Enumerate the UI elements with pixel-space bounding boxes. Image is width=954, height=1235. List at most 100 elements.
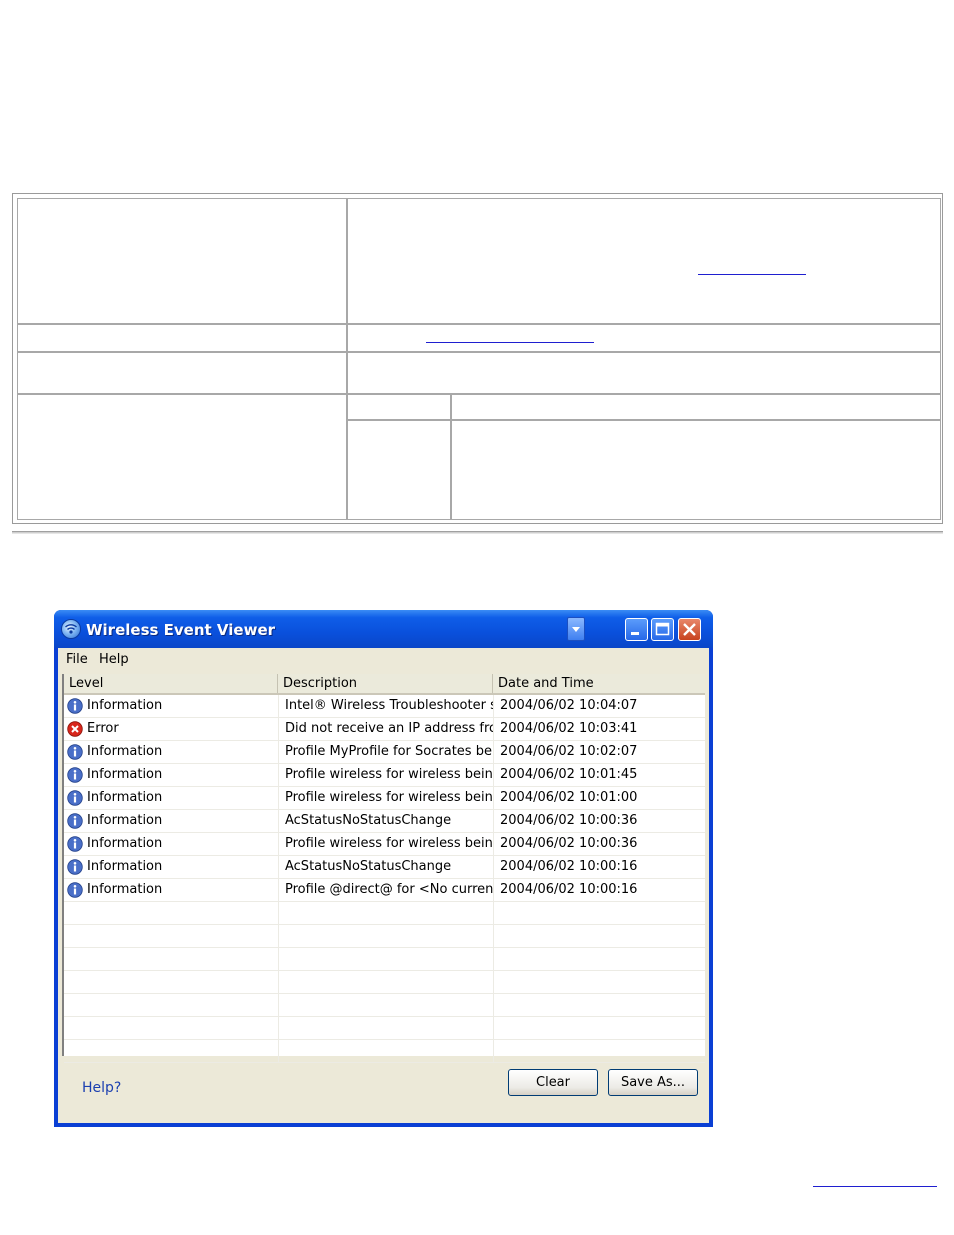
minimize-button[interactable] bbox=[625, 618, 648, 641]
description-cell: Intel® Wireless Troubleshooter s... bbox=[278, 695, 493, 717]
level-cell: Information bbox=[64, 810, 278, 832]
table-row[interactable]: Information AcStatusNoStatusChange 2004/06… bbox=[64, 856, 705, 879]
page-link[interactable] bbox=[813, 1186, 937, 1187]
datetime-cell bbox=[493, 1017, 705, 1039]
level-cell bbox=[64, 948, 278, 970]
level-cell: Information bbox=[64, 879, 278, 901]
error-icon bbox=[67, 721, 83, 737]
column-header-level[interactable]: Level bbox=[64, 674, 278, 693]
empty-row[interactable] bbox=[64, 1017, 705, 1040]
datetime-cell: 2004/06/02 10:00:16 bbox=[493, 856, 705, 878]
table-cell bbox=[451, 394, 941, 420]
table-cell bbox=[347, 352, 941, 394]
level-cell bbox=[64, 1040, 278, 1062]
maximize-button[interactable] bbox=[651, 618, 674, 641]
datetime-cell bbox=[493, 948, 705, 970]
menu-help[interactable]: Help bbox=[99, 652, 129, 667]
list-header: Level Description Date and Time bbox=[64, 674, 705, 695]
info-icon bbox=[67, 790, 83, 806]
table-cell bbox=[347, 420, 451, 520]
description-cell: Did not receive an IP address fro... bbox=[278, 718, 493, 740]
level-cell: Information bbox=[64, 787, 278, 809]
datetime-cell: 2004/06/02 10:00:16 bbox=[493, 879, 705, 901]
level-cell: Information bbox=[64, 833, 278, 855]
description-cell bbox=[278, 925, 493, 947]
table-row[interactable]: Error Did not receive an IP address fro..… bbox=[64, 718, 705, 741]
table-row[interactable]: Information Profile wireless for wireless… bbox=[64, 764, 705, 787]
document-link[interactable] bbox=[426, 342, 594, 343]
table-cell bbox=[17, 324, 347, 352]
level-cell bbox=[64, 925, 278, 947]
info-icon bbox=[67, 767, 83, 783]
help-link[interactable]: Help? bbox=[82, 1080, 121, 1096]
info-icon bbox=[67, 836, 83, 852]
table-cell bbox=[17, 352, 347, 394]
menu-file[interactable]: File bbox=[66, 652, 88, 667]
datetime-cell bbox=[493, 925, 705, 947]
window-client-area: File Help Level Description Date and Tim… bbox=[58, 648, 709, 1123]
column-header-datetime[interactable]: Date and Time bbox=[493, 674, 705, 693]
table-row[interactable]: Information Profile wireless for wireless… bbox=[64, 833, 705, 856]
table-row[interactable]: Information Intel® Wireless Troubleshoote… bbox=[64, 695, 705, 718]
table-row[interactable]: Information Profile MyProfile for Socrate… bbox=[64, 741, 705, 764]
table-row[interactable]: Information AcStatusNoStatusChange 2004/06… bbox=[64, 810, 705, 833]
close-button[interactable] bbox=[678, 618, 701, 641]
description-cell: Profile MyProfile for Socrates bei... bbox=[278, 741, 493, 763]
description-cell bbox=[278, 902, 493, 924]
datetime-cell: 2004/06/02 10:01:45 bbox=[493, 764, 705, 786]
level-text: Information bbox=[87, 813, 163, 828]
level-text: Information bbox=[87, 744, 163, 759]
info-icon bbox=[67, 744, 83, 760]
empty-row[interactable] bbox=[64, 994, 705, 1017]
wireless-icon bbox=[61, 619, 81, 639]
table-cell bbox=[347, 394, 451, 420]
level-cell bbox=[64, 902, 278, 924]
window-title: Wireless Event Viewer bbox=[86, 621, 276, 639]
description-cell: AcStatusNoStatusChange bbox=[278, 856, 493, 878]
datetime-cell: 2004/06/02 10:04:07 bbox=[493, 695, 705, 717]
info-icon bbox=[67, 698, 83, 714]
event-list[interactable]: Level Description Date and Time Informat… bbox=[62, 674, 705, 1063]
datetime-cell: 2004/06/02 10:00:36 bbox=[493, 810, 705, 832]
empty-row[interactable] bbox=[64, 971, 705, 994]
clear-button[interactable]: Clear bbox=[508, 1069, 598, 1096]
title-bar[interactable]: Wireless Event Viewer bbox=[54, 610, 713, 648]
level-cell bbox=[64, 1017, 278, 1039]
column-header-description[interactable]: Description bbox=[278, 674, 493, 693]
save-as-button[interactable]: Save As... bbox=[608, 1069, 698, 1096]
level-cell bbox=[64, 971, 278, 993]
empty-row[interactable] bbox=[64, 902, 705, 925]
event-viewer-window: Wireless Event Viewer File Help Level De… bbox=[54, 610, 713, 1127]
empty-row[interactable] bbox=[64, 925, 705, 948]
datetime-cell: 2004/06/02 10:02:07 bbox=[493, 741, 705, 763]
datetime-cell bbox=[493, 994, 705, 1016]
level-text: Information bbox=[87, 767, 163, 782]
level-text: Information bbox=[87, 882, 163, 897]
description-cell: Profile @direct@ for <No current ... bbox=[278, 879, 493, 901]
description-cell bbox=[278, 1040, 493, 1062]
description-cell bbox=[278, 1017, 493, 1039]
document-link[interactable] bbox=[698, 274, 806, 275]
info-icon bbox=[67, 859, 83, 875]
description-cell: Profile wireless for wireless being ... bbox=[278, 764, 493, 786]
level-text: Information bbox=[87, 790, 163, 805]
level-cell: Information bbox=[64, 695, 278, 717]
datetime-cell: 2004/06/02 10:01:00 bbox=[493, 787, 705, 809]
datetime-cell: 2004/06/02 10:00:36 bbox=[493, 833, 705, 855]
datetime-cell bbox=[493, 971, 705, 993]
horizontal-rule bbox=[12, 531, 943, 534]
table-cell bbox=[347, 198, 941, 324]
info-icon bbox=[67, 882, 83, 898]
datetime-cell bbox=[493, 1040, 705, 1062]
description-cell bbox=[278, 948, 493, 970]
level-text: Error bbox=[87, 721, 119, 736]
table-row[interactable]: Information Profile @direct@ for <No curr… bbox=[64, 879, 705, 902]
table-cell bbox=[17, 198, 347, 324]
document-table bbox=[12, 193, 943, 524]
dropdown-icon[interactable] bbox=[567, 617, 585, 641]
table-row[interactable]: Information Profile wireless for wireless… bbox=[64, 787, 705, 810]
empty-row[interactable] bbox=[64, 948, 705, 971]
description-cell: Profile wireless for wireless being ... bbox=[278, 833, 493, 855]
empty-row[interactable] bbox=[64, 1040, 705, 1063]
level-text: Information bbox=[87, 698, 163, 713]
